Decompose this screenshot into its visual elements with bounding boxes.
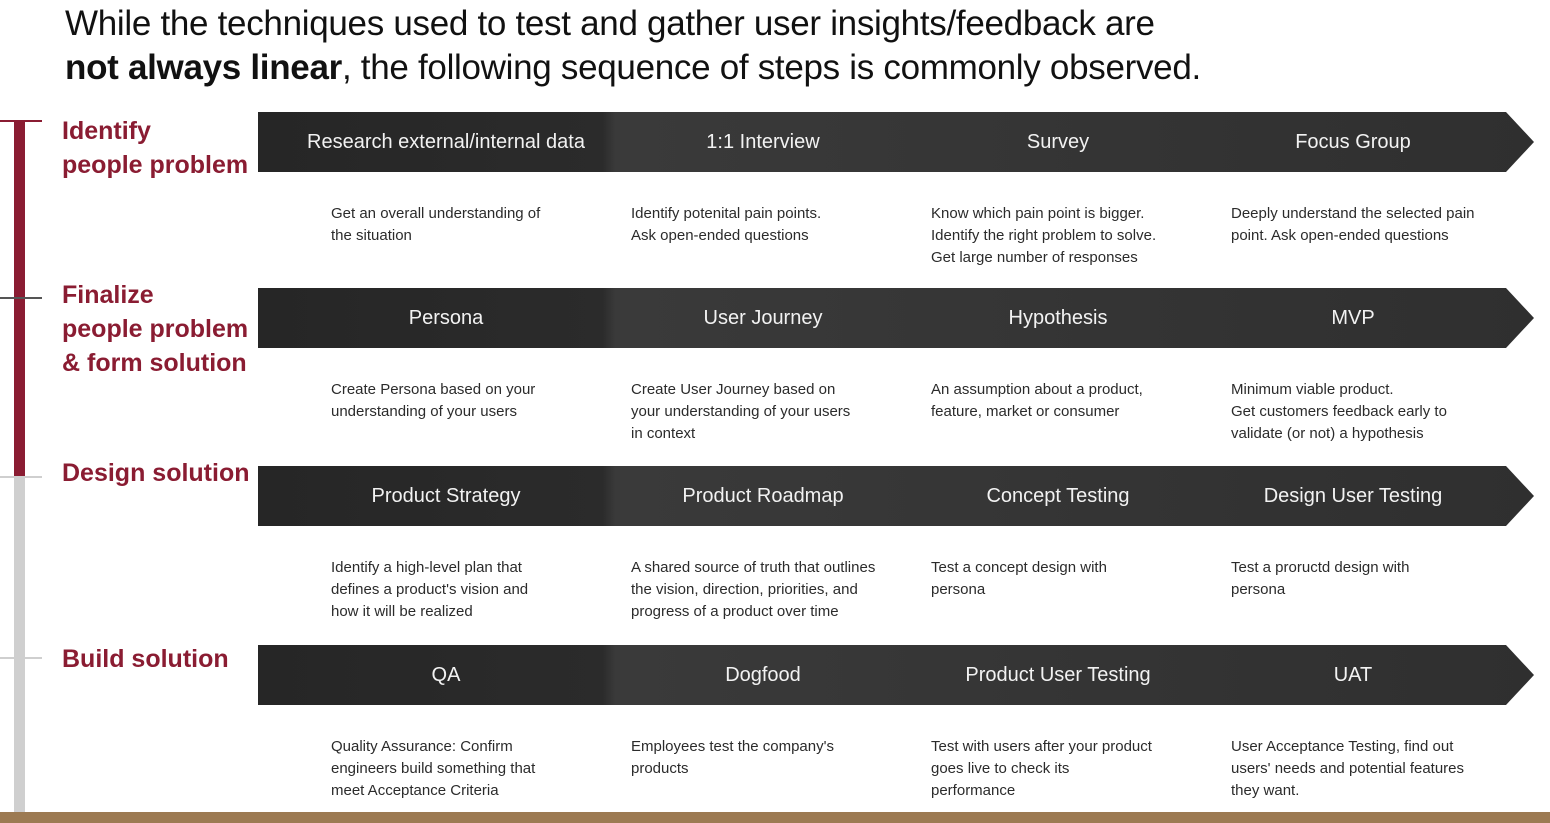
timeline-tick-2 [0, 297, 42, 299]
step-label: Survey [1026, 131, 1090, 153]
step-description: Identify potenital pain points. Ask open-… [631, 203, 921, 247]
step-label: Hypothesis [1008, 307, 1108, 329]
step-description: Test a proructd design with persona [1231, 557, 1521, 601]
step-band: Persona User Journey Hypothesis MVP [258, 288, 1534, 348]
description-line: A shared source of truth that outlines [631, 559, 876, 576]
stage-label-build: Build solution [62, 642, 229, 676]
step-band: Research external/internal data 1:1 Inter… [258, 112, 1534, 172]
step-description: Minimum viable product. Get customers fee… [1231, 379, 1521, 445]
title-bold-phrase: not always linear [65, 48, 342, 87]
stage-line: people problem [62, 151, 249, 179]
step-description: Test a concept design with persona [931, 557, 1221, 601]
description-line: persona [931, 581, 986, 598]
description-line: understanding of your users [331, 403, 517, 420]
description-line: the vision, direction, priorities, and [631, 581, 858, 598]
description-line: Know which pain point is bigger. [931, 205, 1145, 222]
step-description: Get an overall understanding of the situa… [331, 203, 621, 247]
step-description: Quality Assurance: Confirm engineers buil… [331, 736, 621, 802]
stage-line: Finalize [62, 281, 154, 309]
description-line: persona [1231, 581, 1286, 598]
description-line: Deeply understand the selected pain [1231, 205, 1475, 222]
description-line: Identify the right problem to solve. [931, 227, 1157, 244]
description-line: Employees test the company's [631, 738, 834, 755]
step-label: 1:1 Interview [706, 131, 820, 153]
stage-label-finalize: Finalize people problem & form solution [62, 278, 248, 380]
description-line: goes live to check its [931, 760, 1070, 777]
stage-line: Design solution [62, 459, 250, 487]
description-line: in context [631, 425, 696, 442]
description-line: Ask open-ended questions [631, 227, 809, 244]
step-label: Product User Testing [965, 664, 1151, 686]
step-label: User Journey [703, 307, 823, 329]
stage-label-design: Design solution [62, 456, 250, 490]
description-line: Create User Journey based on [631, 381, 836, 398]
description-line: your understanding of your users [631, 403, 851, 420]
timeline-inactive-segment [14, 476, 25, 812]
description-line: how it will be realized [331, 603, 473, 620]
stage-line: Build solution [62, 645, 229, 673]
stage-line: & form solution [62, 349, 247, 377]
description-line: Get large number of responses [931, 249, 1138, 266]
step-label: QA [431, 664, 461, 686]
description-line: Get customers feedback early to [1231, 403, 1447, 420]
footer-bar [0, 812, 1550, 823]
description-line: An assumption about a product, [931, 381, 1143, 398]
description-line: products [631, 760, 689, 777]
stage-timeline [0, 0, 60, 823]
stage-line: people problem [62, 315, 249, 343]
step-band: Product Strategy Product Roadmap Concept T… [258, 466, 1534, 526]
stage-line: Identify [62, 117, 151, 145]
description-line: engineers build something that [331, 760, 536, 777]
description-line: feature, market or consumer [931, 403, 1120, 420]
step-band: QA Dogfood Product User Testing UAT [258, 645, 1534, 705]
description-line: Create Persona based on your [331, 381, 536, 398]
step-description: Create Persona based on your understandin… [331, 379, 621, 423]
step-label: Product Roadmap [682, 485, 844, 507]
description-line: User Acceptance Testing, find out [1231, 738, 1454, 755]
description-line: defines a product's vision and [331, 581, 529, 598]
step-label: UAT [1333, 664, 1373, 686]
description-line: Test with users after your product [931, 738, 1152, 755]
title-line-1: While the techniques used to test and ga… [65, 4, 1155, 43]
step-description: An assumption about a product, feature, m… [931, 379, 1221, 423]
step-label: Product Strategy [371, 485, 521, 507]
timeline-tick-3 [0, 476, 42, 478]
step-label: Dogfood [725, 664, 801, 686]
step-label: Concept Testing [986, 485, 1130, 507]
description-line: performance [931, 782, 1016, 799]
step-description: User Acceptance Testing, find out users' … [1231, 736, 1521, 802]
description-line: point. Ask open-ended questions [1231, 227, 1449, 244]
step-label: Persona [408, 307, 484, 329]
description-line: Identify potenital pain points. [631, 205, 822, 222]
description-line: they want. [1231, 782, 1300, 799]
step-label: Focus Group [1295, 131, 1411, 153]
title-rest: , the following sequence of steps is com… [341, 48, 1201, 87]
step-description: Deeply understand the selected pain point… [1231, 203, 1521, 247]
description-line: Get an overall understanding of [331, 205, 541, 222]
step-description: Identify a high-level plan that defines a… [331, 557, 621, 623]
description-line: Identify a high-level plan that [331, 559, 522, 576]
step-description: Test with users after your product goes l… [931, 736, 1221, 802]
description-line: users' needs and potential features [1231, 760, 1465, 777]
step-label: Research external/internal data [307, 131, 585, 153]
description-line: validate (or not) a hypothesis [1231, 425, 1424, 442]
step-description: Employees test the company's products [631, 736, 921, 780]
description-line: progress of a product over time [631, 603, 839, 620]
description-line: Quality Assurance: Confirm [331, 738, 513, 755]
step-label: Design User Testing [1263, 485, 1443, 507]
step-description: A shared source of truth that outlines th… [631, 557, 921, 623]
step-description: Create User Journey based on your underst… [631, 379, 921, 445]
timeline-tick-4 [0, 657, 42, 659]
step-description: Know which pain point is bigger. Identify… [931, 203, 1221, 269]
description-line: Test a concept design with [931, 559, 1107, 576]
description-line: meet Acceptance Criteria [331, 782, 499, 799]
timeline-tick-1 [0, 120, 42, 122]
page-title: While the techniques used to test and ga… [65, 2, 1485, 90]
description-line: the situation [331, 227, 412, 244]
description-line: Test a proructd design with [1231, 559, 1410, 576]
title-line-2: not always linear, the following sequenc… [65, 46, 1485, 90]
description-line: Minimum viable product. [1231, 381, 1394, 398]
step-label: MVP [1331, 307, 1375, 329]
stage-label-identify: Identify people problem [62, 114, 248, 182]
